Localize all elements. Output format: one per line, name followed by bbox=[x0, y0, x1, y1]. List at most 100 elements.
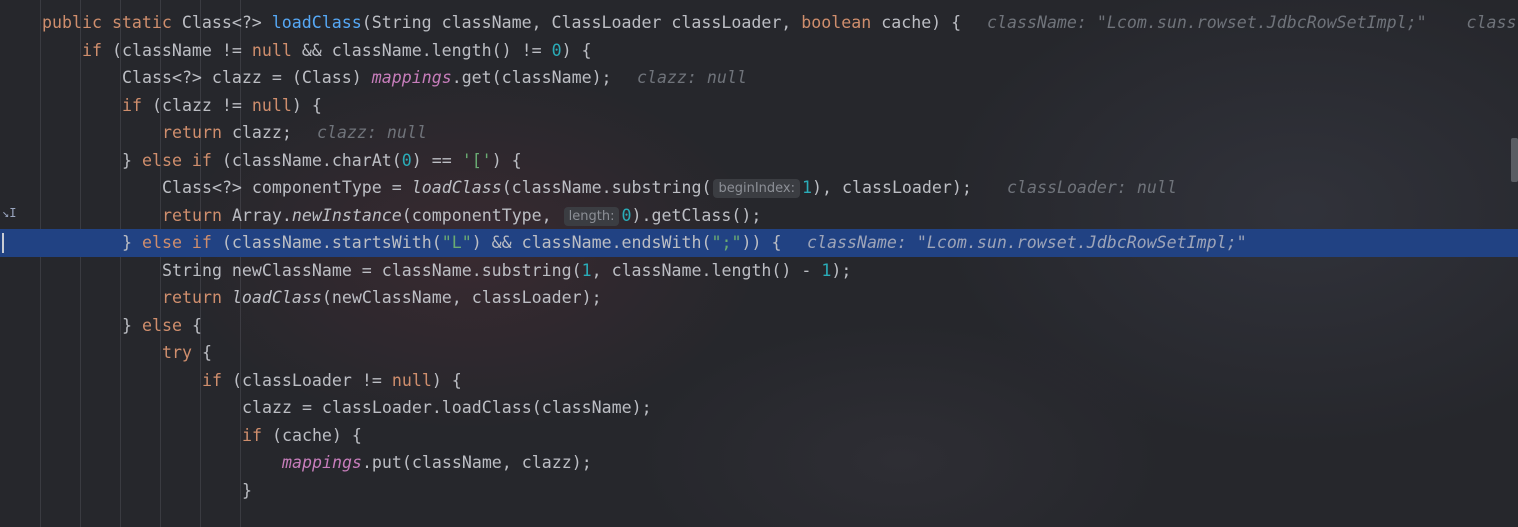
debugger-inline-value: className: "Lcom.sun.rowset.JdbcRowSetIm… bbox=[807, 233, 1247, 252]
code-token: (cache) { bbox=[271, 425, 362, 445]
code-line[interactable]: } else if (className.charAt(0) == '[') { bbox=[0, 147, 1518, 175]
code-token: loadClass bbox=[231, 288, 322, 307]
code-line[interactable]: if (clazz != null) { bbox=[0, 92, 1518, 120]
code-token: ) { bbox=[491, 150, 522, 170]
current-execution-line[interactable]: } else if (className.startsWith("L") && … bbox=[0, 229, 1518, 257]
line-code: if (cache) { bbox=[242, 422, 362, 450]
code-line[interactable]: Class<?> clazz = (Class) mappings.get(cl… bbox=[0, 64, 1518, 92]
code-token: (String className, ClassLoader classLoad… bbox=[361, 13, 802, 32]
code-token: else bbox=[141, 315, 192, 335]
code-token: if bbox=[122, 95, 152, 115]
line-code: String newClassName = className.substrin… bbox=[162, 257, 851, 285]
line-code: return clazz; bbox=[162, 119, 292, 147]
code-token: return bbox=[162, 123, 232, 142]
code-token: Class<?> bbox=[181, 13, 272, 32]
code-line[interactable]: public static Class<?> loadClass(String … bbox=[0, 9, 1518, 37]
code-token: boolean bbox=[801, 13, 882, 32]
code-token: if bbox=[82, 40, 112, 60]
code-token: if bbox=[242, 425, 272, 445]
line-code: try { bbox=[162, 339, 212, 367]
code-line[interactable]: } else { bbox=[0, 312, 1518, 340]
code-token: "L" bbox=[441, 233, 472, 252]
code-token: '[' bbox=[461, 150, 492, 170]
code-token: cache) { bbox=[881, 13, 962, 32]
line-code: return Array.newInstance(componentType, … bbox=[162, 202, 761, 230]
parameter-name-hint: beginIndex: bbox=[713, 179, 801, 198]
line-code: public static Class<?> loadClass(String … bbox=[42, 9, 961, 37]
code-line[interactable]: if (cache) { bbox=[0, 422, 1518, 450]
line-code: if (classLoader != null) { bbox=[202, 367, 462, 395]
code-token: public bbox=[42, 13, 112, 32]
code-token: Class<?> clazz = (Class) bbox=[122, 68, 372, 87]
code-token: && className.length() != bbox=[301, 40, 552, 60]
code-token: static bbox=[111, 13, 182, 32]
code-token: mappings bbox=[282, 453, 362, 472]
code-token: ); bbox=[831, 260, 852, 280]
code-token: Class<?> componentType = bbox=[162, 178, 412, 197]
code-line[interactable]: return clazz; clazz: null bbox=[0, 119, 1518, 147]
code-token: else if bbox=[141, 233, 222, 252]
code-token: try bbox=[162, 343, 202, 362]
code-token: null bbox=[251, 95, 292, 115]
code-token: loadClass bbox=[411, 178, 502, 197]
code-token: mappings bbox=[371, 68, 452, 87]
code-token: (clazz != bbox=[151, 95, 252, 115]
code-token: newInstance bbox=[291, 205, 402, 225]
code-token: ) == bbox=[411, 150, 462, 170]
code-token: ) { bbox=[561, 40, 592, 60]
code-token: 0 bbox=[621, 205, 632, 225]
code-token: .put(className, clazz); bbox=[361, 453, 592, 472]
debug-step-icon: ↘I bbox=[2, 206, 17, 220]
code-token: (newClassName, classLoader); bbox=[321, 288, 602, 307]
code-token: (className.substring( bbox=[501, 178, 712, 197]
line-code: Class<?> componentType = loadClass(class… bbox=[162, 174, 972, 202]
code-token: Array. bbox=[231, 205, 292, 225]
line-code: } else { bbox=[122, 312, 202, 340]
code-line[interactable]: String newClassName = className.substrin… bbox=[0, 257, 1518, 285]
code-token: ) { bbox=[431, 370, 462, 390]
code-token: return bbox=[162, 288, 232, 307]
code-line[interactable]: clazz = classLoader.loadClass(className)… bbox=[0, 394, 1518, 422]
code-token: ) { bbox=[291, 95, 322, 115]
code-token: clazz = classLoader.loadClass(className)… bbox=[242, 398, 652, 417]
code-line[interactable]: Class<?> componentType = loadClass(class… bbox=[0, 174, 1518, 202]
code-token: else if bbox=[141, 150, 222, 170]
debugger-inline-value: clazz: null bbox=[637, 68, 747, 87]
code-token: loadClass bbox=[271, 13, 362, 32]
code-token: } bbox=[122, 315, 142, 335]
code-editor[interactable]: public static Class<?> loadClass(String … bbox=[0, 0, 1518, 527]
code-line[interactable]: } bbox=[0, 477, 1518, 505]
code-line[interactable]: if (className != null && className.lengt… bbox=[0, 37, 1518, 65]
caret-line-marker bbox=[2, 233, 4, 253]
code-token: clazz; bbox=[231, 123, 292, 142]
code-line[interactable]: return Array.newInstance(componentType, … bbox=[0, 202, 1518, 230]
parameter-name-hint: length: bbox=[563, 206, 620, 226]
code-token: (className != bbox=[111, 40, 252, 60]
code-token: 0 bbox=[401, 150, 412, 170]
code-line[interactable]: try { bbox=[0, 339, 1518, 367]
code-token: { bbox=[191, 315, 202, 335]
code-token: return bbox=[162, 205, 232, 225]
debugger-inline-value: classLoader: null bbox=[1007, 178, 1177, 197]
vertical-scrollbar[interactable] bbox=[1511, 138, 1518, 182]
code-token: 1 bbox=[802, 178, 813, 197]
code-token: if bbox=[202, 370, 232, 390]
line-code: if (clazz != null) { bbox=[122, 92, 322, 120]
code-token: } bbox=[122, 233, 142, 252]
code-token: } bbox=[242, 480, 252, 500]
code-token: null bbox=[251, 40, 302, 60]
code-line[interactable]: return loadClass(newClassName, classLoad… bbox=[0, 284, 1518, 312]
code-line[interactable] bbox=[0, 504, 1518, 527]
debugger-inline-value: clazz: null bbox=[317, 123, 427, 142]
code-line[interactable]: if (classLoader != null) { bbox=[0, 367, 1518, 395]
code-token: (componentType, bbox=[401, 205, 562, 225]
code-token: (classLoader != bbox=[231, 370, 392, 390]
code-token: 0 bbox=[551, 40, 562, 60]
code-token: .get(className); bbox=[451, 68, 612, 87]
code-token: String newClassName = className.substrin… bbox=[162, 260, 582, 280]
code-token: ).getClass(); bbox=[631, 205, 762, 225]
code-line[interactable]: mappings.put(className, clazz); bbox=[0, 449, 1518, 477]
line-code: } else if (className.charAt(0) == '[') { bbox=[122, 147, 522, 175]
code-token: (className.charAt( bbox=[221, 150, 402, 170]
line-code: if (className != null && className.lengt… bbox=[82, 37, 592, 65]
